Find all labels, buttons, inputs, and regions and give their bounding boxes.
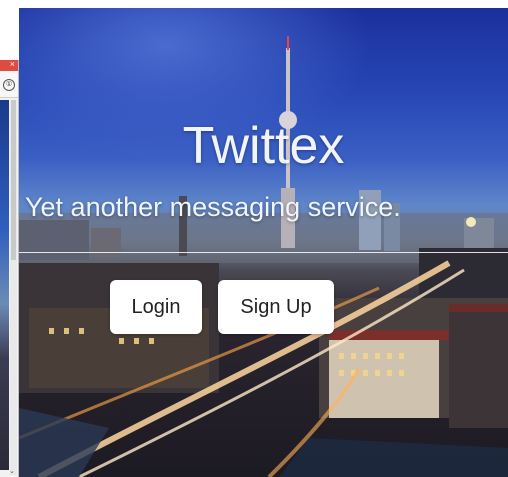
hero-banner: Twittex Yet another messaging service. L… [19,8,508,477]
scrollbar-thumb[interactable] [11,100,16,260]
city-skyline-image [19,36,508,477]
account-icon[interactable]: ① [3,79,15,91]
divider [19,252,508,253]
app-title: Twittex [182,117,345,175]
window-titlebar: × [0,60,18,71]
scrollbar[interactable] [10,100,17,475]
scroll-down-icon[interactable]: ⌄ [9,467,15,475]
background-window-sliver: × ① ⌄ [0,60,19,477]
login-button[interactable]: Login [110,280,202,334]
signup-button[interactable]: Sign Up [218,280,334,334]
window-content [0,100,9,470]
close-icon[interactable]: × [10,60,15,69]
app-tagline: Yet another messaging service. [25,192,401,222]
